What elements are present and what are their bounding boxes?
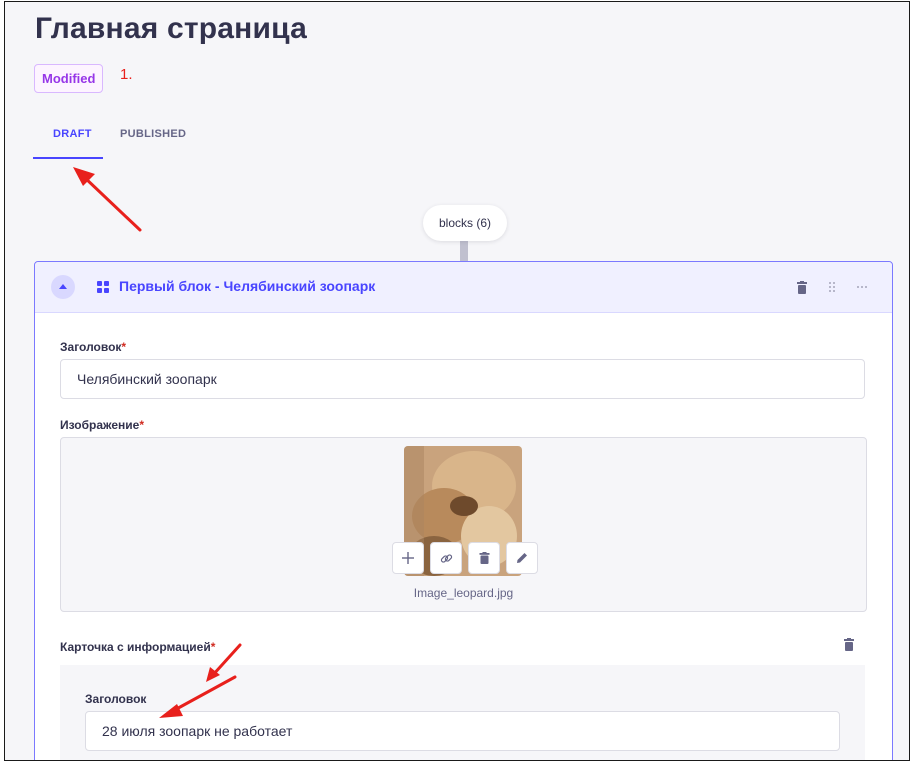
heading-label: Заголовок* [60, 340, 127, 354]
copy-link-button[interactable] [430, 542, 462, 574]
image-filename: Image_leopard.jpg [413, 586, 514, 600]
info-card-panel: Заголовок 28 июля зоопарк не работает [60, 665, 865, 760]
status-badge: Modified [34, 64, 104, 93]
block-title: Первый блок - Челябинский зоопарк [119, 278, 376, 294]
nested-heading-label: Заголовок [85, 692, 147, 706]
page-title: Главная страница [35, 12, 307, 45]
trash-icon[interactable] [843, 638, 855, 656]
add-image-button[interactable] [392, 542, 424, 574]
app-frame: Главная страница Modified 1. DRAFT PUBLI… [4, 1, 910, 761]
grid-icon [97, 281, 109, 293]
blocks-connector [460, 238, 468, 262]
plus-icon [402, 552, 414, 564]
trash-icon [479, 552, 489, 564]
block-card: Первый блок - Челябинский зоопарк Заголо… [34, 261, 893, 760]
chevron-up-icon [59, 284, 67, 289]
delete-image-button[interactable] [468, 542, 500, 574]
collapse-button[interactable] [51, 275, 75, 299]
heading-input[interactable]: Челябинский зоопарк [60, 359, 865, 399]
drag-handle-icon[interactable] [824, 279, 840, 295]
annotation-number: 1. [120, 66, 133, 83]
edit-icon [517, 553, 527, 563]
blocks-count-pill[interactable]: blocks (6) [423, 205, 507, 241]
tab-draft[interactable]: DRAFT [53, 128, 92, 140]
trash-icon[interactable] [794, 279, 810, 295]
image-label: Изображение* [60, 418, 145, 432]
link-icon [440, 553, 452, 563]
edit-image-button[interactable] [506, 542, 538, 574]
info-card-label: Карточка с информацией* [60, 640, 216, 654]
nested-heading-input[interactable]: 28 июля зоопарк не работает [85, 711, 840, 751]
more-icon[interactable] [854, 279, 870, 295]
tab-published[interactable]: PUBLISHED [120, 128, 186, 140]
image-field[interactable]: Image_leopard.jpg [60, 437, 867, 612]
active-tab-indicator [33, 157, 103, 159]
block-card-header[interactable]: Первый блок - Челябинский зоопарк [35, 262, 892, 313]
annotation-arrow-draft [73, 167, 142, 232]
